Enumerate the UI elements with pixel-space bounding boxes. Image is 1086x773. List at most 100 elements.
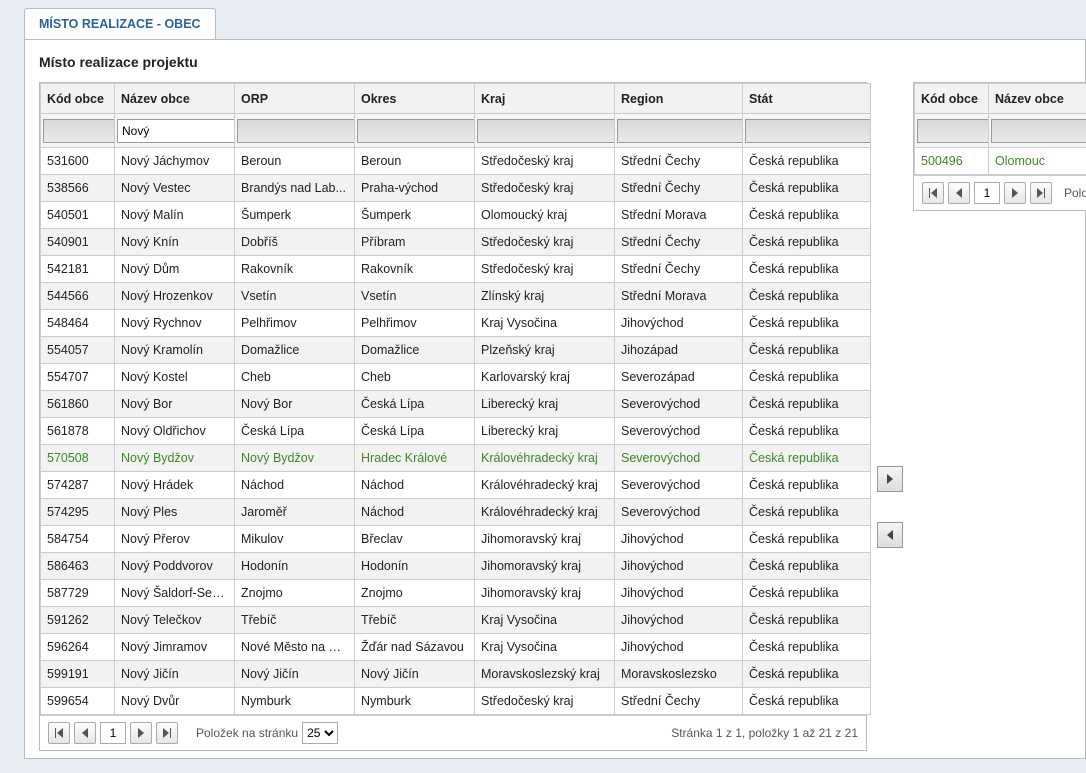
filter-input[interactable] — [237, 119, 355, 143]
cell: Rakovník — [235, 256, 355, 283]
cell: Znojmo — [235, 580, 355, 607]
cell: Nový Bor — [235, 391, 355, 418]
cell: Česká Lípa — [355, 418, 475, 445]
cell: Náchod — [355, 499, 475, 526]
table-row[interactable]: 540901Nový KnínDobříšPříbramStředočeský … — [41, 229, 871, 256]
filter-input[interactable] — [357, 119, 475, 143]
column-header[interactable]: Stát — [743, 84, 871, 114]
cell: Hodonín — [355, 553, 475, 580]
cell: Severovýchod — [615, 418, 743, 445]
cell: Česká republika — [743, 256, 871, 283]
column-header[interactable]: Název obce — [989, 84, 1086, 114]
cell: 591262 — [41, 607, 115, 634]
cell: Severozápad — [615, 364, 743, 391]
cell: 554057 — [41, 337, 115, 364]
cell: Nový Poddvorov — [115, 553, 235, 580]
cell: Jihomoravský kraj — [475, 553, 615, 580]
cell: Nový Bydžov — [235, 445, 355, 472]
column-header[interactable]: Kraj — [475, 84, 615, 114]
column-header[interactable]: Okres — [355, 84, 475, 114]
cell: Nový Bydžov — [115, 445, 235, 472]
cell: Nový Hrádek — [115, 472, 235, 499]
filter-input[interactable] — [617, 119, 743, 143]
cell: Zlínský kraj — [475, 283, 615, 310]
cell: 531600 — [41, 148, 115, 175]
table-row[interactable]: 586463Nový PoddvorovHodonínHodonínJihomo… — [41, 553, 871, 580]
cell: 586463 — [41, 553, 115, 580]
table-row[interactable]: 538566Nový VestecBrandýs nad Lab...Praha… — [41, 175, 871, 202]
pager-page-input[interactable] — [974, 182, 1000, 204]
table-row[interactable]: 544566Nový HrozenkovVsetínVsetínZlínský … — [41, 283, 871, 310]
tab-misto-realizace-obec[interactable]: MÍSTO REALIZACE - OBEC — [24, 8, 216, 39]
move-right-button[interactable] — [877, 466, 903, 492]
cell: Jihovýchod — [615, 580, 743, 607]
filter-input[interactable] — [745, 119, 871, 143]
column-header[interactable]: Region — [615, 84, 743, 114]
table-row[interactable]: 570508Nový BydžovNový BydžovHradec Králo… — [41, 445, 871, 472]
column-header[interactable]: Kód obce — [41, 84, 115, 114]
table-row[interactable]: 500496Olomouc — [915, 148, 1086, 175]
cell: Cheb — [355, 364, 475, 391]
table-row[interactable]: 561860Nový BorNový BorČeská LípaLibereck… — [41, 391, 871, 418]
table-row[interactable]: 596264Nový JimramovNové Město na M...Žďá… — [41, 634, 871, 661]
filter-input[interactable] — [917, 119, 989, 143]
cell: Česká republika — [743, 337, 871, 364]
cell: Nový Oldřichov — [115, 418, 235, 445]
table-row[interactable]: 599191Nový JičínNový JičínNový JičínMora… — [41, 661, 871, 688]
table-row[interactable]: 561878Nový OldřichovČeská LípaČeská Lípa… — [41, 418, 871, 445]
table-row[interactable]: 540501Nový MalínŠumperkŠumperkOlomoucký … — [41, 202, 871, 229]
move-left-button[interactable] — [877, 522, 903, 548]
cell: Domažlice — [355, 337, 475, 364]
cell: Česká republika — [743, 229, 871, 256]
table-row[interactable]: 584754Nový PřerovMikulovBřeclavJihomorav… — [41, 526, 871, 553]
cell: Nový Dvůr — [115, 688, 235, 715]
cell: Česká republika — [743, 391, 871, 418]
pager-last-button[interactable] — [1030, 182, 1052, 204]
cell: Liberecký kraj — [475, 418, 615, 445]
cell: Nový Jičín — [235, 661, 355, 688]
cell: Česká republika — [743, 310, 871, 337]
pager-next-button[interactable] — [1004, 182, 1026, 204]
cell: Plzeňský kraj — [475, 337, 615, 364]
pager-first-button[interactable] — [922, 182, 944, 204]
column-header[interactable]: ORP — [235, 84, 355, 114]
table-row[interactable]: 591262Nový TelečkovTřebíčTřebíčKraj Vyso… — [41, 607, 871, 634]
cell: Břeclav — [355, 526, 475, 553]
table-row[interactable]: 587729Nový Šaldorf-Sed...ZnojmoZnojmoJih… — [41, 580, 871, 607]
cell: Nový Jáchymov — [115, 148, 235, 175]
table-row[interactable]: 574287Nový HrádekNáchodNáchodKrálovéhrad… — [41, 472, 871, 499]
table-row[interactable]: 554057Nový KramolínDomažliceDomažlicePlz… — [41, 337, 871, 364]
table-row[interactable]: 542181Nový DůmRakovníkRakovníkStředočesk… — [41, 256, 871, 283]
cell: Jihovýchod — [615, 553, 743, 580]
cell: Jihovýchod — [615, 634, 743, 661]
column-header[interactable]: Kód obce — [915, 84, 989, 114]
table-row[interactable]: 531600Nový JáchymovBerounBerounStředočes… — [41, 148, 871, 175]
filter-input[interactable] — [43, 119, 115, 143]
column-header[interactable]: Název obce — [115, 84, 235, 114]
cell: Liberecký kraj — [475, 391, 615, 418]
pager-prev-button[interactable] — [948, 182, 970, 204]
filter-input[interactable] — [477, 119, 615, 143]
cell: Střední Čechy — [615, 175, 743, 202]
cell: Kraj Vysočina — [475, 310, 615, 337]
table-row[interactable]: 554707Nový KostelChebChebKarlovarský kra… — [41, 364, 871, 391]
filter-input[interactable] — [117, 119, 235, 143]
cell: 574287 — [41, 472, 115, 499]
table-row[interactable]: 574295Nový PlesJaroměřNáchodKrálovéhrade… — [41, 499, 871, 526]
cell: Česká republika — [743, 526, 871, 553]
cell: Hodonín — [235, 553, 355, 580]
section-heading: Místo realizace projektu — [39, 54, 1071, 70]
filter-input[interactable] — [991, 119, 1086, 143]
cell: Karlovarský kraj — [475, 364, 615, 391]
horizontal-scrollbar[interactable] — [39, 728, 1085, 746]
cell: Česká Lípa — [235, 418, 355, 445]
cell: Příbram — [355, 229, 475, 256]
cell: Česká republika — [743, 445, 871, 472]
cell: Severovýchod — [615, 499, 743, 526]
table-row[interactable]: 548464Nový RychnovPelhřimovPelhřimovKraj… — [41, 310, 871, 337]
table-row[interactable]: 599654Nový DvůrNymburkNymburkStředočeský… — [41, 688, 871, 715]
cell: Jihomoravský kraj — [475, 580, 615, 607]
cell: Olomoucký kraj — [475, 202, 615, 229]
cell: Moravskoslezsko — [615, 661, 743, 688]
pager-right-label: Položek n — [1064, 186, 1086, 200]
